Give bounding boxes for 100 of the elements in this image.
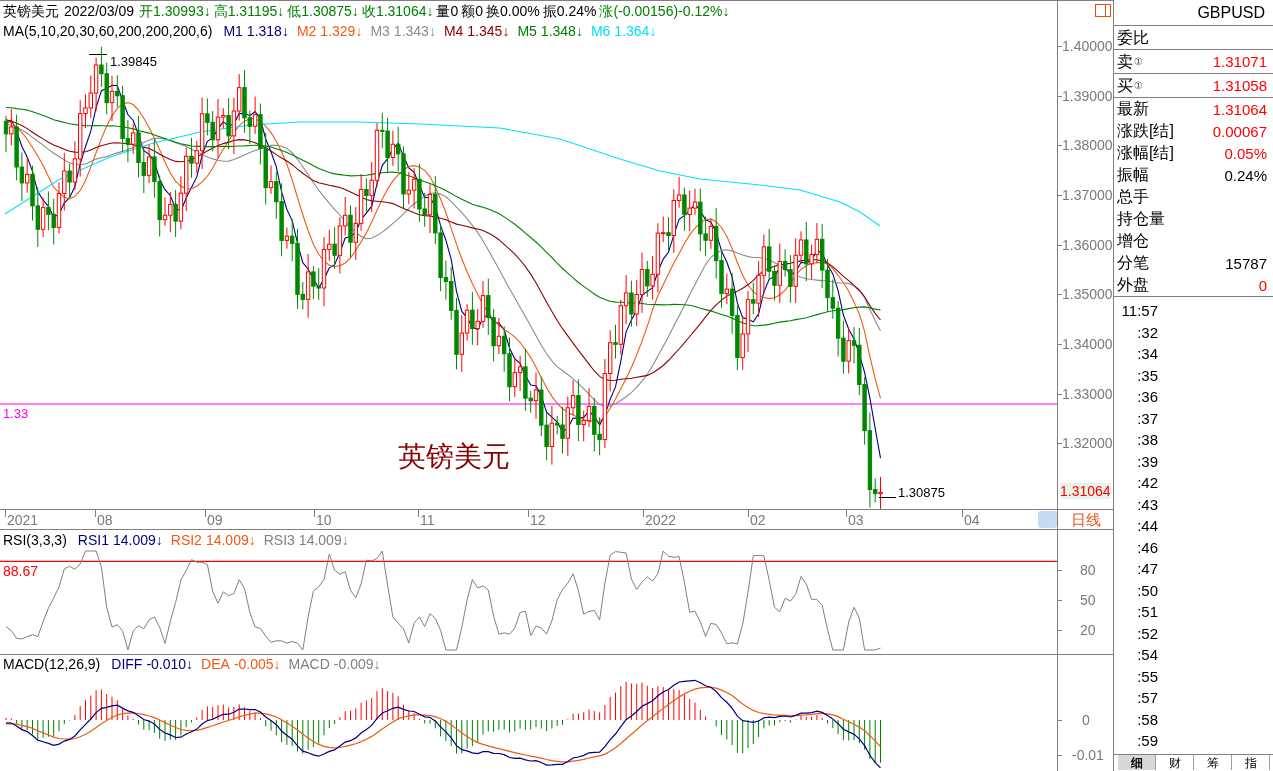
tick-time: :46: [1137, 538, 1158, 556]
legend-value: 14.009↓: [298, 531, 349, 549]
tick-time: :37: [1137, 409, 1158, 427]
tick-time: :39: [1137, 452, 1158, 470]
bottom-tab[interactable]: 细: [1118, 755, 1156, 770]
symbol-title: GBPUSD: [1197, 3, 1265, 22]
indicator-title: MA(5,10,20,30,60,200,200,200,6): [3, 23, 213, 40]
price-tick-label: 1.33000: [1062, 385, 1113, 402]
quote-value: 15787: [1225, 254, 1267, 272]
quote-value: 0.00067: [1212, 122, 1267, 140]
rsi-tick-label: 50: [1080, 592, 1096, 608]
price-tick-label: 1.35000: [1062, 286, 1113, 303]
chart-name-label: 英镑美元: [398, 441, 510, 473]
tick-time: :55: [1137, 667, 1158, 685]
legend-label: M1: [223, 23, 243, 40]
legend-value: 14.009↓: [205, 531, 256, 549]
price-marker-line: [878, 497, 897, 498]
quote-item: 额0: [461, 3, 484, 20]
time-axis-label: 08: [97, 512, 113, 528]
quote-item: 振0.24%: [542, 3, 597, 20]
rsi-tick-label: 80: [1080, 562, 1096, 578]
quote-item: 收1.31064↓: [361, 3, 434, 20]
quote-label: 涨跌[结]: [1117, 122, 1174, 140]
indicator-title: RSI(3,3,3): [3, 531, 67, 549]
price-tick-label: 1.38000: [1062, 137, 1113, 154]
order-level-number: ①: [1134, 55, 1143, 68]
quote-label: 委比: [1117, 28, 1149, 47]
rsi-level-label: 88.67: [3, 563, 39, 579]
tick-time: :43: [1137, 495, 1158, 513]
legend-value: 1.364↓: [614, 23, 657, 40]
legend-value: 14.009↓: [112, 531, 163, 549]
price-tick-label: 1.40000: [1062, 38, 1113, 54]
legend-value: -0.009↓: [333, 655, 381, 673]
legend-label: M6: [590, 23, 611, 40]
quote-item: 开1.30993↓: [139, 3, 211, 20]
quote-value: 0.05%: [1224, 144, 1267, 162]
time-axis-label: 10: [316, 512, 332, 528]
quote-value: 1.31058: [1212, 77, 1267, 94]
legend-value: 1.318↓: [246, 23, 289, 40]
macd-tick-label: 0: [1082, 712, 1090, 728]
level-line-label: 1.33: [3, 406, 29, 421]
time-axis-label: 11: [420, 512, 435, 528]
time-axis-label: 2021: [7, 512, 39, 528]
quote-label: 涨幅[结]: [1117, 144, 1174, 162]
scroll-handle[interactable]: [1038, 511, 1057, 528]
instrument-name: 英镑美元: [3, 3, 59, 20]
quote-item: 量0: [436, 3, 459, 20]
quote-label: 增仓: [1117, 232, 1149, 250]
time-axis-label: 02: [750, 512, 766, 528]
legend-label: M4: [443, 23, 464, 40]
tick-time: :59: [1137, 732, 1158, 749]
tick-time: :58: [1137, 710, 1158, 728]
rsi-tick-label: 20: [1080, 622, 1096, 638]
tick-time: :34: [1137, 345, 1158, 362]
quote-value: 0: [1258, 276, 1267, 294]
legend-label: RSI2: [170, 531, 202, 549]
tick-time: :35: [1137, 366, 1158, 384]
quote-label: 分笔: [1117, 254, 1149, 272]
legend-value: 1.329↓: [320, 23, 363, 40]
order-level-number: ①: [1134, 79, 1143, 92]
legend-label: DIFF: [111, 655, 143, 673]
quote-value: 1.31071: [1212, 53, 1267, 70]
time-axis-label: 2022: [645, 512, 677, 528]
legend-label: M5: [517, 23, 537, 40]
tick-time: :38: [1137, 431, 1158, 448]
price-marker-line: [88, 54, 108, 55]
quote-label: 振幅: [1117, 166, 1149, 184]
high-price-label: 1.39845: [110, 54, 157, 69]
price-tick-label: 1.36000: [1062, 236, 1113, 253]
two-panel-icon[interactable]: [1095, 4, 1111, 17]
quote-label: 持仓量: [1117, 210, 1165, 228]
tick-time: :52: [1137, 624, 1158, 642]
quote-label: 总手: [1117, 188, 1149, 206]
time-axis-label: 04: [964, 512, 980, 528]
tick-time: 11:57: [1121, 302, 1158, 319]
quote-label: 最新: [1117, 100, 1149, 118]
price-tick-label: 1.37000: [1062, 186, 1113, 203]
price-tick-label: 1.39000: [1062, 87, 1113, 104]
quote-item: 涨(-0.00156)-0.12%↓: [599, 3, 730, 20]
time-axis-label: 09: [207, 512, 223, 528]
time-axis-label: 12: [530, 512, 546, 528]
quote-date: 2022/03/09: [64, 3, 135, 20]
price-tick-label: 1.34000: [1062, 335, 1113, 352]
quote-value: 0.24%: [1224, 166, 1267, 184]
tick-time: :47: [1137, 560, 1158, 577]
tick-time: :36: [1137, 388, 1158, 405]
tick-time: :44: [1137, 517, 1158, 534]
quote-item: 低1.30875↓: [287, 3, 359, 20]
tick-time: :57: [1137, 689, 1158, 706]
quote-item: 高1.31195↓: [213, 3, 285, 20]
indicator-title: MACD(12,26,9): [3, 655, 101, 673]
price-tick-label: 1.32000: [1062, 435, 1113, 452]
tick-time: :32: [1137, 323, 1158, 341]
legend-label: MACD: [288, 655, 330, 673]
legend-label: M2: [296, 23, 317, 40]
period-label[interactable]: 日线: [1070, 511, 1101, 528]
legend-value: -0.005↓: [233, 655, 281, 673]
legend-label: RSI3: [263, 531, 295, 549]
macd-tick-label: -0.01: [1072, 747, 1104, 763]
legend-value: 1.343↓: [393, 23, 436, 40]
